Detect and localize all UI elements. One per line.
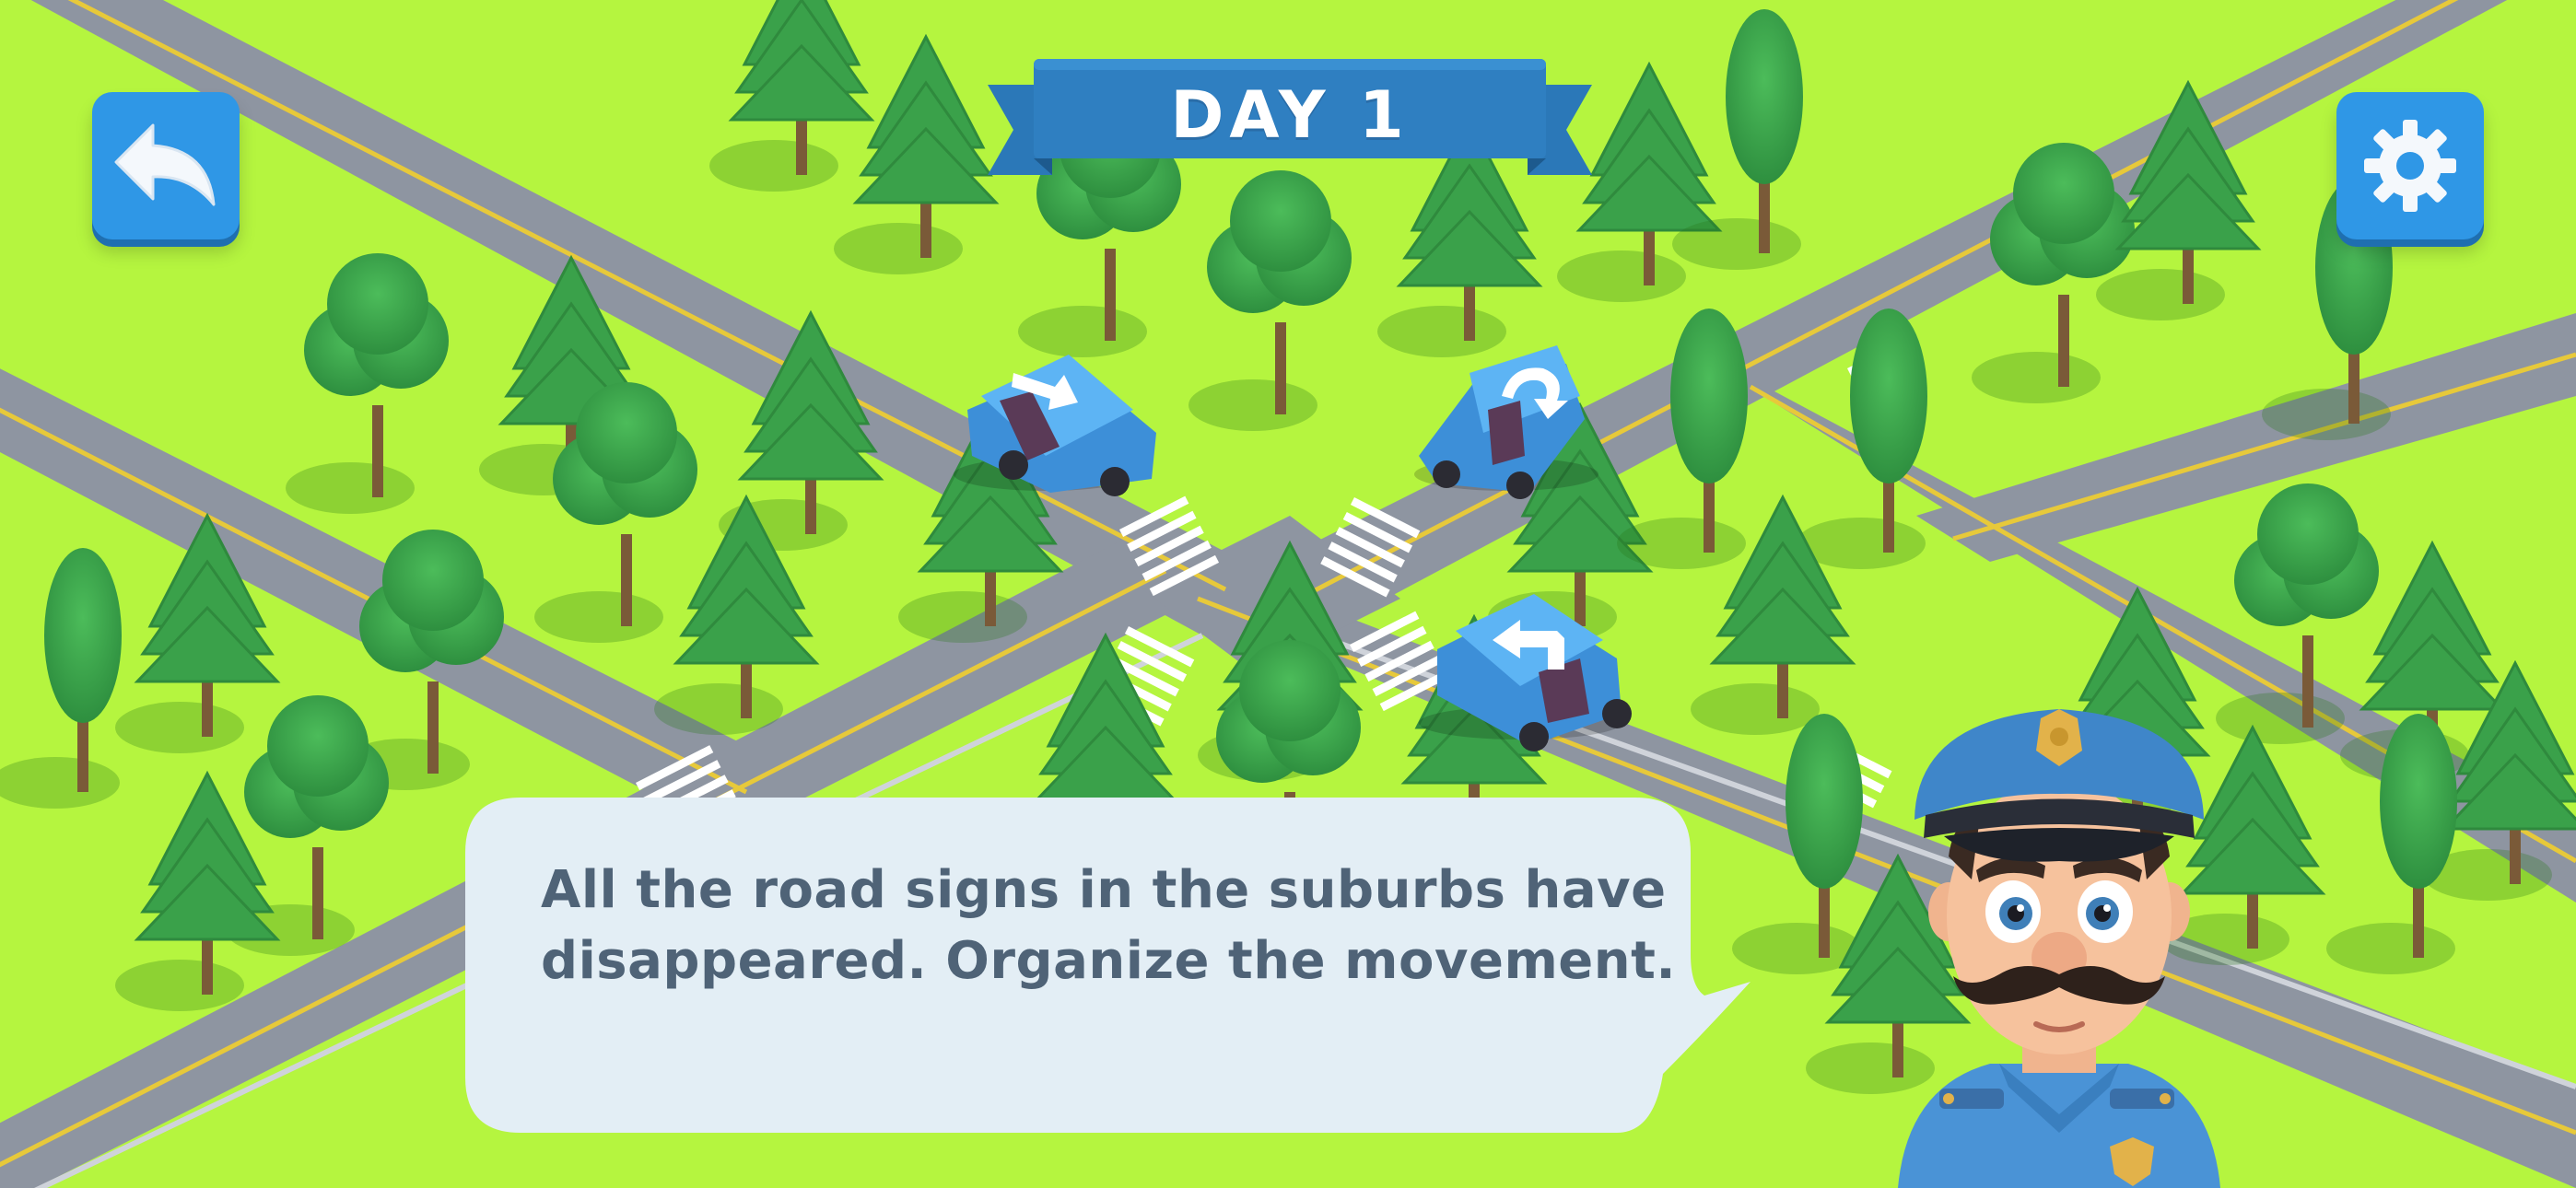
car-top-left[interactable] [954,355,1156,496]
tree [709,0,875,192]
back-button[interactable] [92,92,240,239]
tree [1732,714,1863,974]
day-banner: DAY 1 [988,57,1592,186]
back-arrow-icon [114,123,216,206]
tree [834,33,1000,274]
gear-icon [2364,120,2456,212]
tree [1972,143,2135,403]
game-screen: DAY 1 All the road signs in the suburbs … [0,0,2576,1188]
tree [1188,170,1352,431]
speech-bubble: All the road signs in the suburbs have d… [465,798,1751,1133]
tree [1672,9,1803,270]
dialog-text: All the road signs in the suburbs have d… [541,860,1677,991]
day-label: DAY 1 [1170,77,1410,153]
settings-button[interactable] [2336,92,2484,239]
police-officer-avatar [1898,709,2220,1188]
tree [286,253,449,514]
tree [0,548,122,809]
car-top-right[interactable] [1414,345,1598,499]
